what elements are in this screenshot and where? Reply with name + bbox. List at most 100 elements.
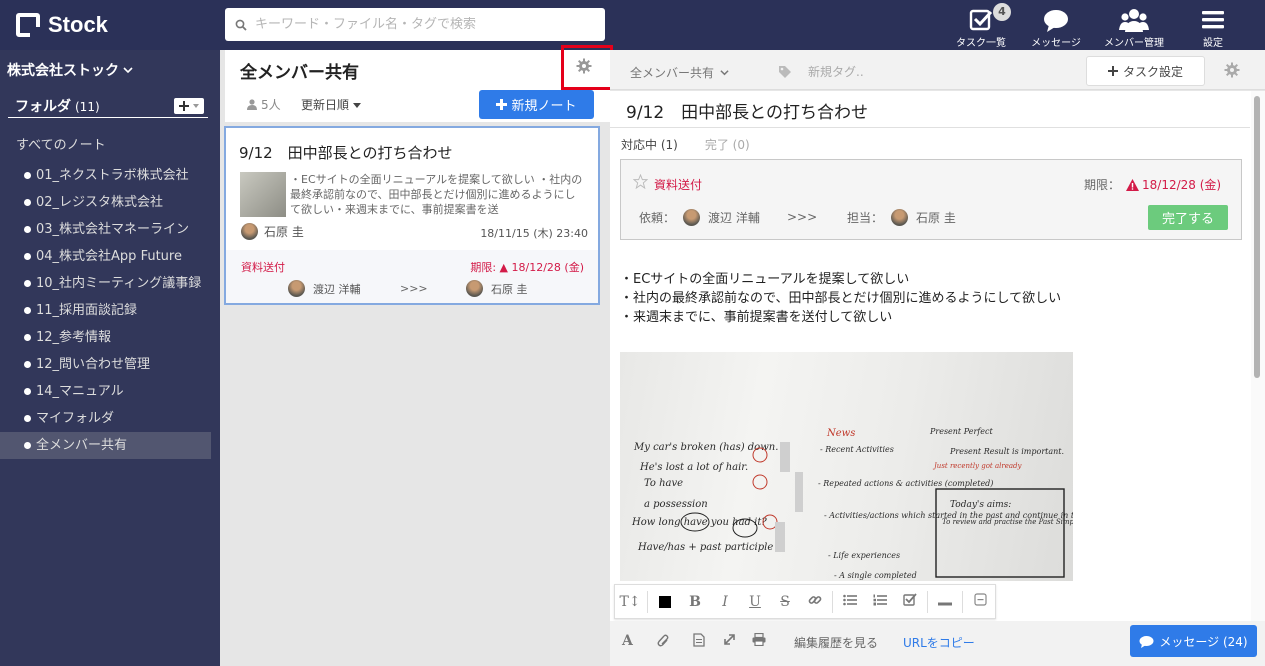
toolbar-separator bbox=[832, 590, 833, 613]
person-icon bbox=[247, 99, 257, 110]
add-folder-button[interactable] bbox=[174, 98, 204, 114]
plus-icon bbox=[496, 99, 508, 110]
checklist-icon[interactable] bbox=[895, 593, 925, 610]
underline-icon[interactable]: U bbox=[740, 594, 770, 610]
messages-button[interactable]: メッセージ (24) bbox=[1130, 625, 1257, 657]
folder-item[interactable]: 10_社内ミーティング議事録 bbox=[0, 270, 211, 297]
folder-item[interactable]: 03_株式会社マネーライン bbox=[0, 216, 211, 243]
hamburger-menu-icon bbox=[1202, 11, 1224, 29]
content-scrollbar-thumb[interactable] bbox=[1254, 96, 1260, 378]
tab-in-progress[interactable]: 対応中 (1) bbox=[621, 136, 678, 153]
note-card[interactable]: 9/12 田中部長との打ち合わせ ・ECサイトの全面リニューアルを提案して欲しい… bbox=[224, 126, 600, 305]
search-input[interactable] bbox=[255, 17, 585, 32]
nav-settings-button[interactable]: 設定 bbox=[1175, 6, 1251, 49]
expand-icon[interactable] bbox=[723, 633, 736, 650]
due-label: 期限： bbox=[1084, 178, 1121, 192]
nav-messages-button[interactable]: メッセージ bbox=[1018, 6, 1094, 49]
nav-tasks-button[interactable]: 4 タスク一覧 bbox=[943, 3, 1019, 49]
task-settings-button[interactable]: タスク設定 bbox=[1086, 56, 1205, 86]
all-notes-link[interactable]: すべてのノート bbox=[16, 134, 106, 153]
svg-text:News: News bbox=[826, 428, 855, 439]
numbered-list-icon[interactable] bbox=[865, 594, 895, 610]
svg-text:Today's aims:: Today's aims: bbox=[950, 500, 1011, 510]
company-switcher[interactable]: 株式会社ストック bbox=[7, 60, 133, 80]
svg-text:He's lost a lot of hair.: He's lost a lot of hair. bbox=[639, 462, 748, 473]
svg-text:Have/has + past participle: Have/has + past participle bbox=[637, 542, 773, 553]
note-list-header: 全メンバー共有 5人 更新日順 新規ノート bbox=[225, 50, 610, 122]
divider bbox=[610, 127, 1250, 128]
folder-item[interactable]: 12_問い合わせ管理 bbox=[0, 351, 211, 378]
svg-text:To have: To have bbox=[644, 478, 683, 489]
text-size-icon[interactable]: T↕ bbox=[615, 594, 645, 610]
copy-url-link[interactable]: URLをコピー bbox=[903, 634, 975, 651]
due-date: 18/12/28 (金) bbox=[1126, 176, 1221, 193]
search-box[interactable] bbox=[225, 8, 605, 41]
folder-title: 全メンバー共有 bbox=[240, 63, 359, 83]
nav-members-button[interactable]: メンバー管理 bbox=[1096, 6, 1172, 49]
italic-icon[interactable]: I bbox=[710, 594, 740, 610]
collapse-icon[interactable] bbox=[965, 593, 995, 610]
stock-logo[interactable]: Stock bbox=[16, 10, 108, 40]
sidebar: 株式会社ストック フォルダ (11) すべてのノート 01_ネクストラボ株式会社 … bbox=[0, 50, 220, 666]
folder-item[interactable]: 11_採用面談記録 bbox=[0, 297, 211, 324]
tag-input[interactable]: 新規タグ.. bbox=[778, 63, 864, 80]
note-detail-title[interactable]: 9/12 田中部長との打ち合わせ bbox=[626, 98, 868, 123]
folder-item[interactable]: 01_ネクストラボ株式会社 bbox=[0, 162, 211, 189]
folder-header: フォルダ (11) bbox=[8, 94, 208, 118]
task-requester: 依頼： 渡辺 洋輔 bbox=[639, 209, 760, 226]
logo-icon bbox=[16, 13, 40, 37]
note-content[interactable]: 9/12 田中部長との打ち合わせ 対応中 (1) 完了 (0) 資料送付 期限：… bbox=[610, 91, 1263, 621]
toolbar-separator bbox=[647, 590, 648, 613]
task-check-icon bbox=[969, 9, 993, 31]
document-icon[interactable] bbox=[693, 633, 705, 651]
task-due: 期限: ▲ 18/12/28 (金) bbox=[470, 261, 584, 274]
print-icon[interactable] bbox=[752, 632, 766, 650]
horizontal-rule-icon[interactable] bbox=[930, 594, 960, 610]
star-icon[interactable] bbox=[633, 174, 648, 189]
plus-icon bbox=[178, 101, 189, 111]
note-title: 9/12 田中部長との打ち合わせ bbox=[239, 144, 453, 162]
note-settings-gear-icon[interactable] bbox=[1224, 62, 1240, 78]
strikethrough-icon[interactable]: S bbox=[770, 594, 800, 610]
avatar bbox=[891, 209, 909, 226]
plus-icon bbox=[1107, 66, 1118, 76]
bold-icon[interactable]: B bbox=[680, 594, 710, 610]
folder-item[interactable]: 04_株式会社App Future bbox=[0, 243, 211, 270]
folder-item[interactable]: 12_参考情報 bbox=[0, 324, 211, 351]
folder-item[interactable]: マイフォルダ bbox=[0, 405, 211, 432]
chevron-down-icon bbox=[720, 70, 729, 76]
member-count[interactable]: 5人 bbox=[247, 96, 281, 113]
complete-task-button[interactable]: 完了する bbox=[1148, 205, 1228, 230]
folder-item[interactable]: 14_マニュアル bbox=[0, 378, 211, 405]
font-format-icon[interactable]: A bbox=[622, 633, 633, 649]
toolbar-separator bbox=[962, 590, 963, 613]
chat-bubble-icon bbox=[1139, 635, 1154, 648]
format-toolbar: T↕ B I U S bbox=[614, 584, 996, 619]
whiteboard-drawing: My car's broken (has) down. He's lost a … bbox=[631, 427, 1073, 580]
logo-text: Stock bbox=[48, 12, 108, 37]
avatar bbox=[241, 223, 258, 240]
whiteboard-image[interactable]: My car's broken (has) down. He's lost a … bbox=[620, 352, 1073, 581]
sort-dropdown[interactable]: 更新日順 bbox=[301, 96, 362, 113]
tab-completed[interactable]: 完了 (0) bbox=[705, 136, 750, 153]
task-count-badge: 4 bbox=[993, 3, 1011, 21]
nav-tasks-label: タスク一覧 bbox=[956, 38, 1006, 49]
svg-text:Present Perfect: Present Perfect bbox=[929, 427, 993, 436]
task-name[interactable]: 資料送付 bbox=[654, 176, 702, 193]
task-name: 資料送付 bbox=[241, 261, 285, 274]
bullet-list-icon[interactable] bbox=[835, 594, 865, 610]
note-thumbnail bbox=[240, 172, 286, 217]
folder-item[interactable]: 02_レジスタ株式会社 bbox=[0, 189, 211, 216]
new-note-button[interactable]: 新規ノート bbox=[479, 90, 594, 119]
text-color-icon[interactable] bbox=[650, 594, 680, 610]
folder-item-active[interactable]: 全メンバー共有 bbox=[0, 432, 211, 459]
note-body[interactable]: ・ECサイトの全面リニューアルを提案して欲しい ・社内の最終承認前なので、田中部… bbox=[620, 270, 1061, 327]
chevron-down-icon bbox=[123, 67, 133, 74]
avatar bbox=[288, 280, 305, 297]
task-arrow: >>> bbox=[400, 282, 428, 295]
share-scope-dropdown[interactable]: 全メンバー共有 bbox=[630, 64, 729, 81]
edit-history-link[interactable]: 編集履歴を見る bbox=[794, 634, 878, 651]
link-icon[interactable] bbox=[800, 593, 830, 611]
attachment-icon[interactable] bbox=[655, 633, 669, 652]
company-name: 株式会社ストック bbox=[7, 63, 119, 79]
